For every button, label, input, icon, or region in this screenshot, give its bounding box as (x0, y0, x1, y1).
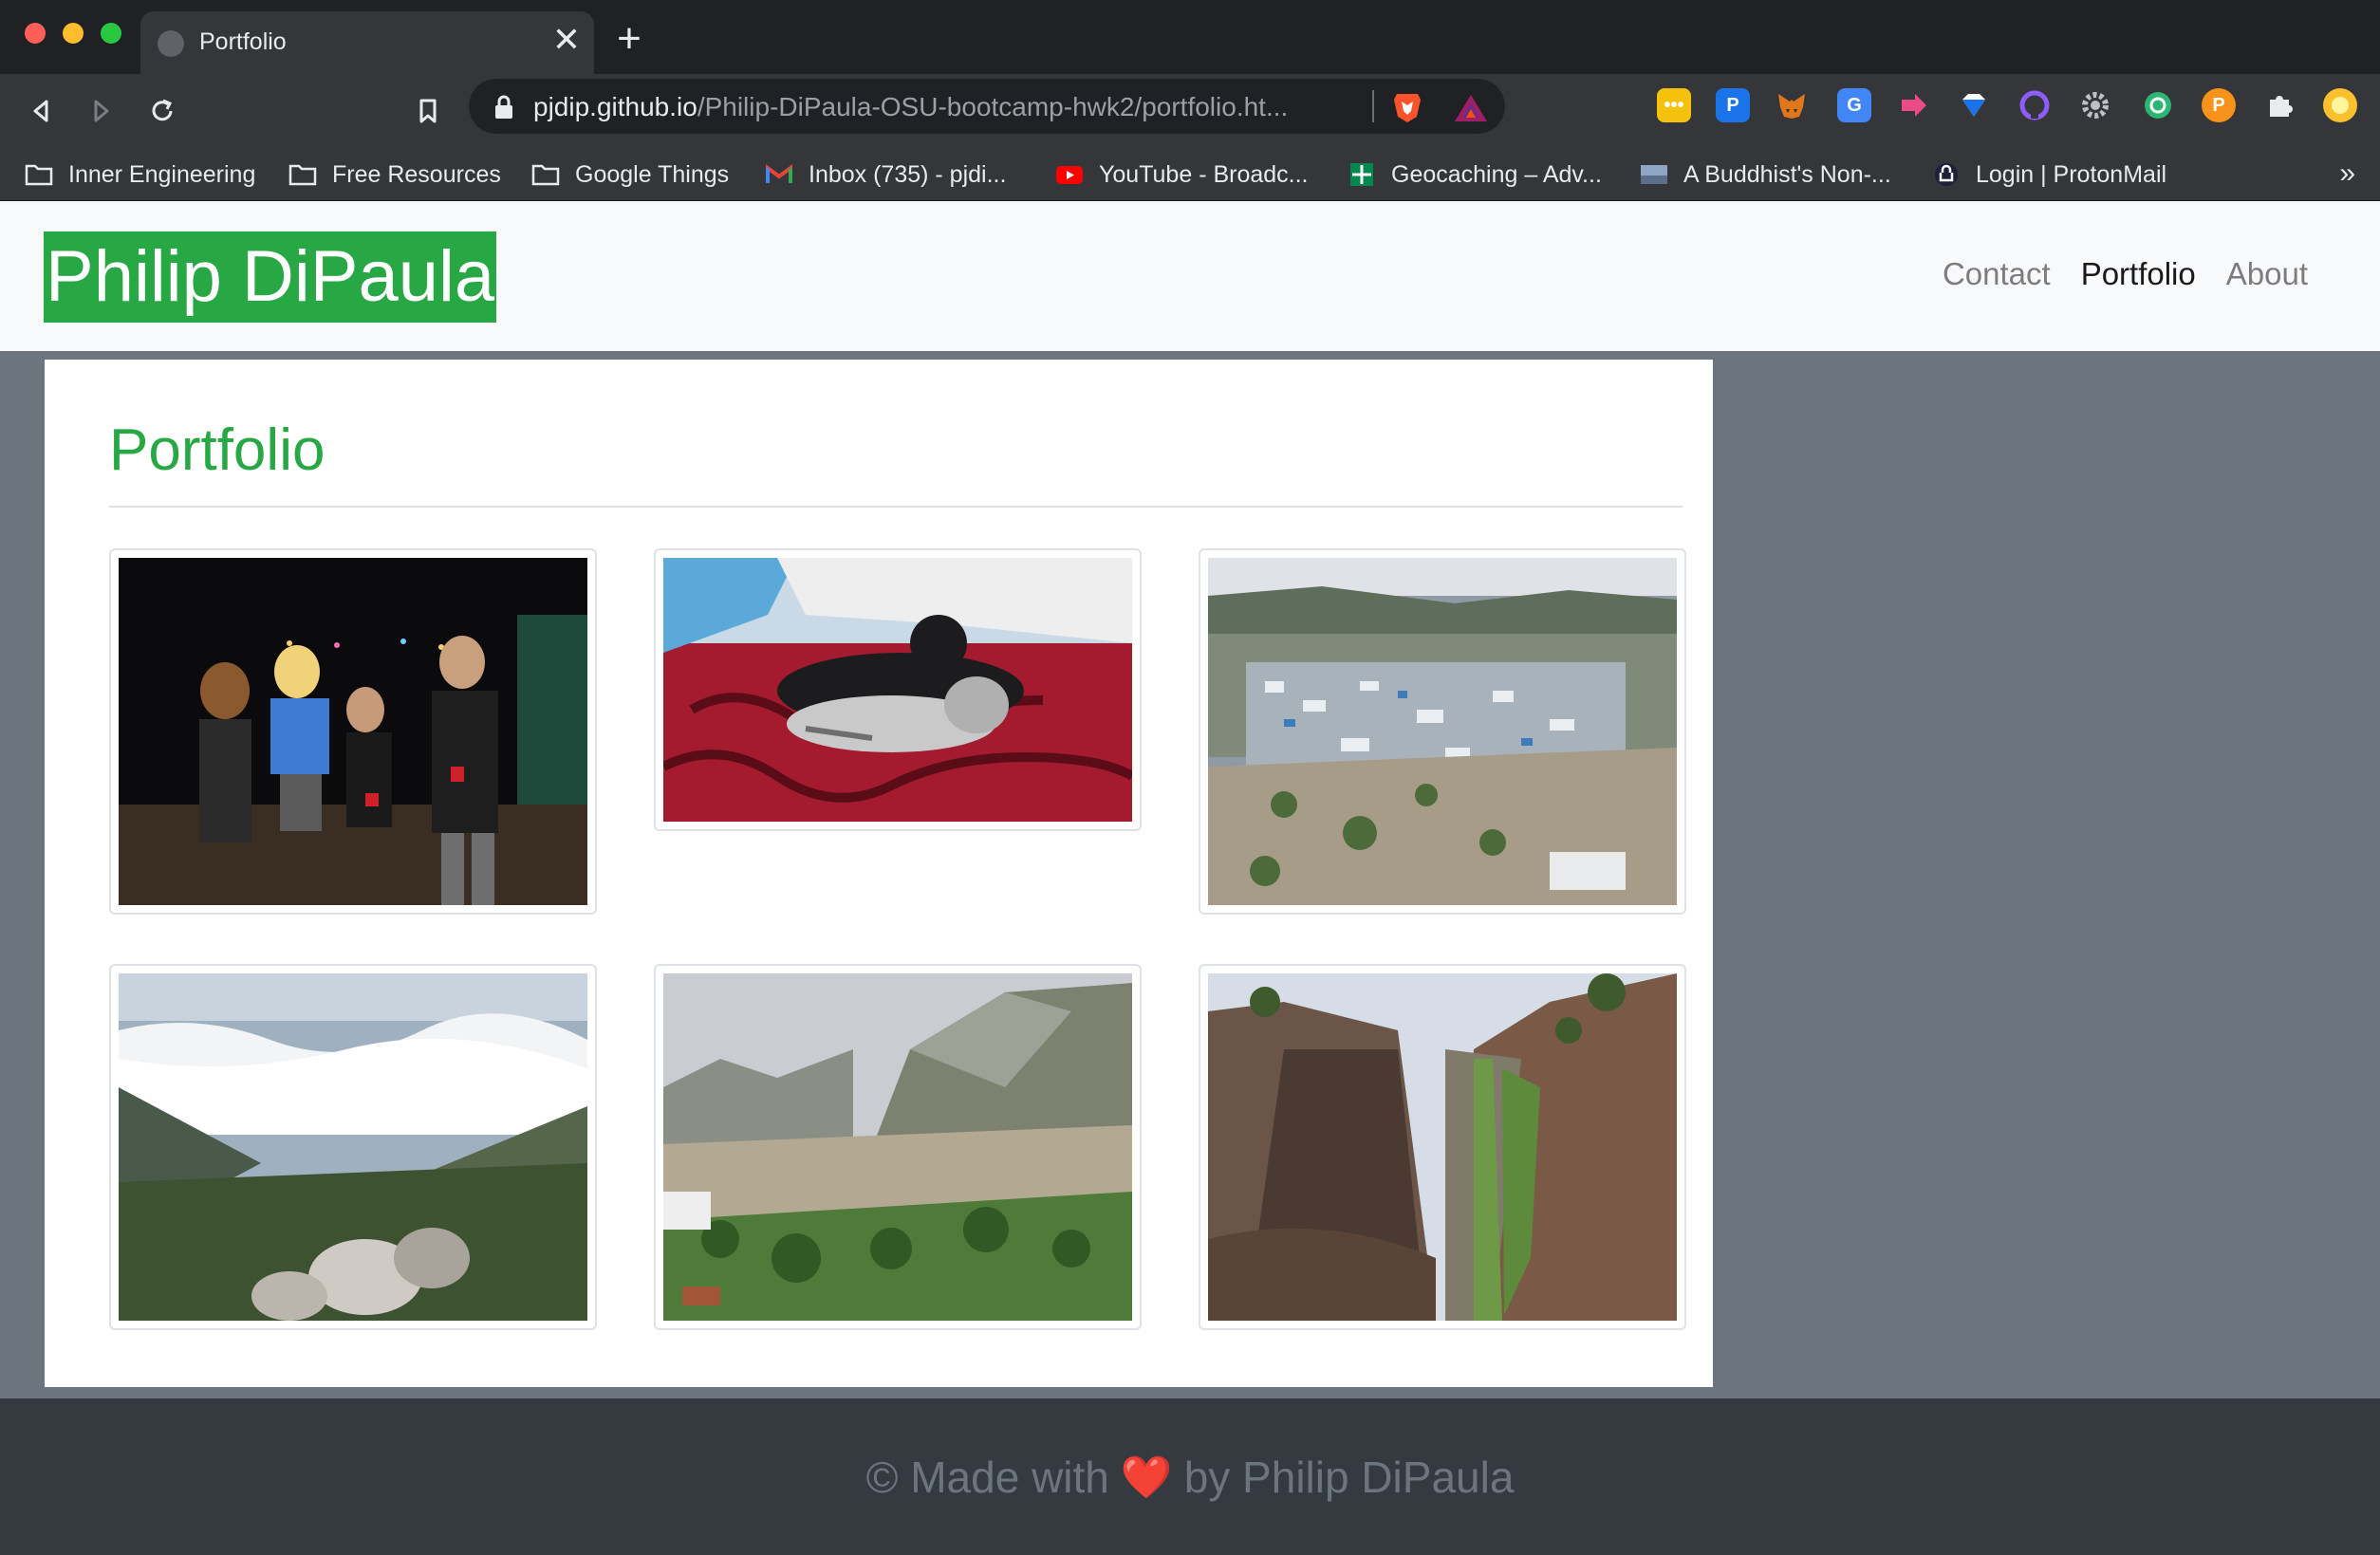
bookmark-label: Geocaching – Adv... (1391, 160, 1602, 188)
extension-notes-icon[interactable]: ••• (1657, 88, 1691, 122)
close-window-button[interactable] (25, 23, 46, 44)
browser-tab[interactable]: Portfolio ✕ (140, 11, 594, 74)
bookmark-label: Inner Engineering (68, 160, 256, 188)
address-separator (1372, 90, 1374, 122)
globe-icon (158, 30, 184, 57)
footer-prefix: © Made with (865, 1452, 1109, 1502)
minimize-window-button[interactable] (63, 23, 84, 44)
bookmark-icon (419, 99, 437, 123)
nav-link-contact[interactable]: Contact (1943, 256, 2051, 292)
maximize-window-button[interactable] (101, 23, 121, 44)
extension-p-coin-icon[interactable]: P (2202, 88, 2236, 122)
site-footer: © Made with ❤️ by Philip DiPaula (0, 1398, 2380, 1555)
nav-links: Contact Portfolio About (1943, 256, 2308, 292)
geocaching-icon (1350, 163, 1373, 186)
extension-diamond-icon[interactable] (1957, 88, 1991, 122)
extension-arrow-icon[interactable] (1896, 88, 1930, 122)
photo-rocky-mountain (663, 973, 1132, 1321)
bookmark-label: A Buddhist's Non-... (1683, 160, 1891, 188)
gallery-item-night-party[interactable] (109, 548, 597, 915)
metamask-fox-icon[interactable] (1775, 88, 1809, 122)
extension-p-icon[interactable]: P (1716, 88, 1750, 122)
heart-icon: ❤️ (1120, 1453, 1173, 1501)
tab-title: Portfolio (199, 28, 287, 55)
gear-icon[interactable] (2078, 88, 2112, 122)
more-bookmarks-button[interactable]: » (2339, 157, 2355, 190)
url-host: pjdip.github.io (533, 92, 697, 121)
bookmark-folder-google-things[interactable]: Google Things (531, 148, 729, 201)
brave-rewards-icon[interactable] (1452, 92, 1490, 124)
photo-cats-on-blanket (663, 558, 1132, 822)
url-path: /Philip-DiPaula-OSU-bootcamp-hwk2/portfo… (697, 92, 1289, 121)
bookmark-youtube[interactable]: YouTube - Broadc... (1055, 148, 1309, 201)
footer-suffix: by Philip DiPaula (1183, 1452, 1515, 1502)
reload-icon (152, 99, 173, 121)
bookmarks-bar: Inner Engineering Free Resources Google … (0, 148, 2380, 201)
close-tab-button[interactable]: ✕ (550, 21, 583, 59)
bookmark-geocaching[interactable]: Geocaching – Adv... (1348, 148, 1602, 201)
site-navbar: Philip DiPaula Contact Portfolio About (0, 201, 2380, 351)
browser-toolbar: pjdip.github.io/Philip-DiPaula-OSU-bootc… (0, 74, 2380, 148)
bookmark-buddhist[interactable]: A Buddhist's Non-... (1640, 148, 1891, 201)
bookmark-button[interactable] (404, 87, 452, 135)
browser-tab-bar: Portfolio ✕ + (0, 0, 2380, 74)
bookmark-label: Login | ProtonMail (1976, 160, 2167, 188)
photo-waterfall-cliff (1208, 973, 1677, 1321)
brave-shield-icon[interactable] (1391, 90, 1423, 124)
forward-arrow-icon (94, 100, 109, 122)
bookmark-folder-inner-engineering[interactable]: Inner Engineering (25, 148, 255, 201)
image-icon (1641, 165, 1667, 184)
bookmark-label: YouTube - Broadc... (1099, 160, 1309, 188)
page-viewport: Philip DiPaula Contact Portfolio About P… (0, 201, 2380, 1555)
portfolio-content: Portfolio (45, 360, 1713, 1387)
photo-clouds-valley (119, 973, 587, 1321)
page-title: Portfolio (109, 417, 325, 483)
puzzle-icon[interactable] (2262, 88, 2296, 122)
url-text: pjdip.github.io/Philip-DiPaula-OSU-bootc… (533, 92, 1378, 122)
profile-avatar-icon[interactable] (2323, 88, 2357, 122)
folder-icon (531, 164, 560, 186)
site-brand-link[interactable]: Philip DiPaula (44, 231, 497, 323)
gallery-item-clouds-valley[interactable] (109, 964, 597, 1330)
bookmark-label: Google Things (575, 160, 730, 188)
google-translate-icon[interactable]: G (1837, 88, 1871, 122)
bookmark-protonmail[interactable]: Login | ProtonMail (1932, 148, 2166, 201)
new-tab-button[interactable]: + (607, 17, 651, 61)
gallery-item-waterfall[interactable] (1199, 964, 1686, 1330)
bookmark-label: Free Resources (332, 160, 501, 188)
youtube-icon (1056, 166, 1083, 184)
protonmail-icon (1935, 163, 1958, 186)
heading-divider (109, 506, 1683, 508)
bookmark-label: Inbox (735) - pjdi... (809, 160, 1007, 188)
lock-icon (495, 95, 512, 119)
photo-night-party (119, 558, 587, 905)
back-button[interactable] (17, 87, 65, 135)
photo-mountain-town (1208, 558, 1677, 905)
forward-button[interactable] (78, 87, 125, 135)
gallery-item-rocky-mountain[interactable] (654, 964, 1142, 1330)
nav-link-portfolio[interactable]: Portfolio (2081, 256, 2196, 292)
bookmark-gmail-inbox[interactable]: Inbox (735) - pjdi... (765, 148, 1006, 201)
extension-knot-icon[interactable] (2141, 88, 2175, 122)
bookmark-folder-free-resources[interactable]: Free Resources (288, 148, 501, 201)
folder-icon (25, 164, 53, 186)
extension-octo-icon[interactable] (2017, 88, 2052, 122)
nav-link-about[interactable]: About (2226, 256, 2308, 292)
gmail-icon (766, 164, 792, 183)
back-arrow-icon (33, 100, 48, 122)
gallery-item-mountain-town[interactable] (1199, 548, 1686, 915)
reload-button[interactable] (139, 87, 186, 135)
gallery-item-cats[interactable] (654, 548, 1142, 831)
address-bar[interactable]: pjdip.github.io/Philip-DiPaula-OSU-bootc… (469, 79, 1505, 134)
folder-icon (288, 164, 317, 186)
